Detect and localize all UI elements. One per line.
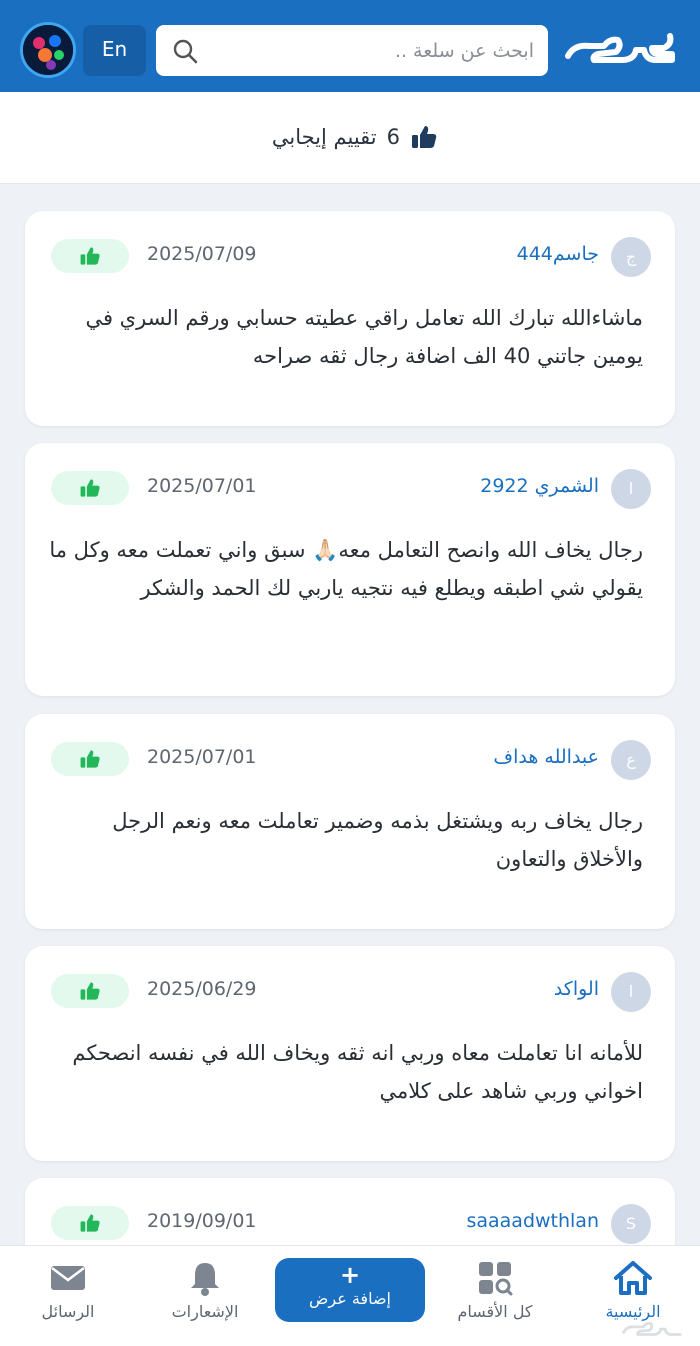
reviewer-name[interactable]: الشمري 2922 — [480, 475, 599, 497]
bottom-nav: الرئيسية كل الأقسام + إضافة عرض الإشعارا… — [0, 1245, 700, 1346]
review-date: 2019/09/01 — [147, 1210, 257, 1232]
review-date: 2025/07/01 — [147, 475, 257, 497]
review-date: 2025/07/01 — [147, 746, 257, 768]
reviewer-avatar[interactable]: ا — [611, 469, 651, 509]
review-text: للأمانه انا تعاملت معاه وربي انه ثقه ويخ… — [72, 1041, 643, 1103]
envelope-icon — [51, 1266, 85, 1290]
thumbs-up-icon — [80, 1214, 100, 1232]
review-date: 2025/06/29 — [147, 978, 257, 1000]
nav-categories[interactable]: كل الأقسام — [440, 1260, 550, 1321]
positive-badge — [51, 471, 129, 505]
review-text: ماشاءالله تبارك الله تعامل راقي عطيته حس… — [85, 306, 643, 368]
search-icon[interactable] — [172, 38, 198, 64]
add-offer-label: إضافة عرض — [309, 1289, 391, 1308]
search-box[interactable] — [156, 25, 548, 76]
thumbs-up-icon — [412, 126, 437, 148]
thumbs-up-icon — [80, 479, 100, 497]
bell-icon — [191, 1263, 219, 1296]
reviewer-avatar[interactable]: ع — [611, 740, 651, 780]
review-text: رجال يخاف ربه ويشتغل بذمه وضمير تعاملت م… — [112, 809, 643, 871]
haraj-logo[interactable] — [564, 26, 676, 70]
nav-messages[interactable]: الرسائل — [13, 1260, 123, 1321]
review-card: ع عبدالله هداف 2025/07/01 رجال يخاف ربه … — [25, 714, 675, 929]
positive-badge — [51, 742, 129, 776]
reviewer-avatar[interactable]: S — [611, 1204, 651, 1244]
language-toggle-button[interactable]: En — [83, 25, 146, 76]
thumbs-up-icon — [80, 982, 100, 1000]
top-bar: En — [0, 0, 700, 92]
reviewer-name[interactable]: saaaadwthlan — [466, 1210, 599, 1232]
reviewer-avatar[interactable]: ا — [611, 972, 651, 1012]
nav-notifications[interactable]: الإشعارات — [150, 1260, 260, 1321]
haraj-watermark-logo — [612, 1316, 692, 1340]
review-card: ج جاسم444 2025/07/09 ماشاءالله تبارك الل… — [25, 211, 675, 426]
nav-notifications-label: الإشعارات — [171, 1302, 239, 1321]
nav-messages-label: الرسائل — [41, 1302, 95, 1321]
rating-summary: 6 تقييم إيجابي — [0, 92, 700, 184]
review-card: ا الشمري 2922 2025/07/01 رجال يخاف الله … — [25, 443, 675, 696]
review-date: 2025/07/09 — [147, 243, 257, 265]
positive-label: تقييم إيجابي — [271, 125, 377, 149]
thumbs-up-icon — [80, 247, 100, 265]
review-card: ا الواكد 2025/06/29 للأمانه انا تعاملت م… — [25, 946, 675, 1161]
reviewer-name[interactable]: عبدالله هداف — [493, 746, 599, 768]
reviewer-name[interactable]: جاسم444 — [517, 243, 599, 265]
positive-badge — [51, 974, 129, 1008]
nav-categories-label: كل الأقسام — [457, 1302, 533, 1321]
positive-count: 6 — [386, 125, 400, 149]
home-icon — [614, 1261, 652, 1295]
plus-icon: + — [339, 1261, 361, 1289]
reviewer-avatar[interactable]: ج — [611, 237, 651, 277]
positive-badge — [51, 1206, 129, 1240]
positive-badge — [51, 239, 129, 273]
thumbs-up-icon — [80, 750, 100, 768]
user-avatar[interactable] — [20, 22, 76, 78]
review-text: رجال يخاف الله وانصح التعامل معه🙏🏻 سبق و… — [49, 538, 643, 600]
search-input[interactable] — [206, 25, 534, 76]
reviewer-name[interactable]: الواكد — [554, 978, 599, 1000]
add-offer-button[interactable]: + إضافة عرض — [275, 1258, 425, 1322]
categories-icon — [479, 1262, 513, 1296]
nav-home[interactable]: الرئيسية — [578, 1260, 688, 1321]
